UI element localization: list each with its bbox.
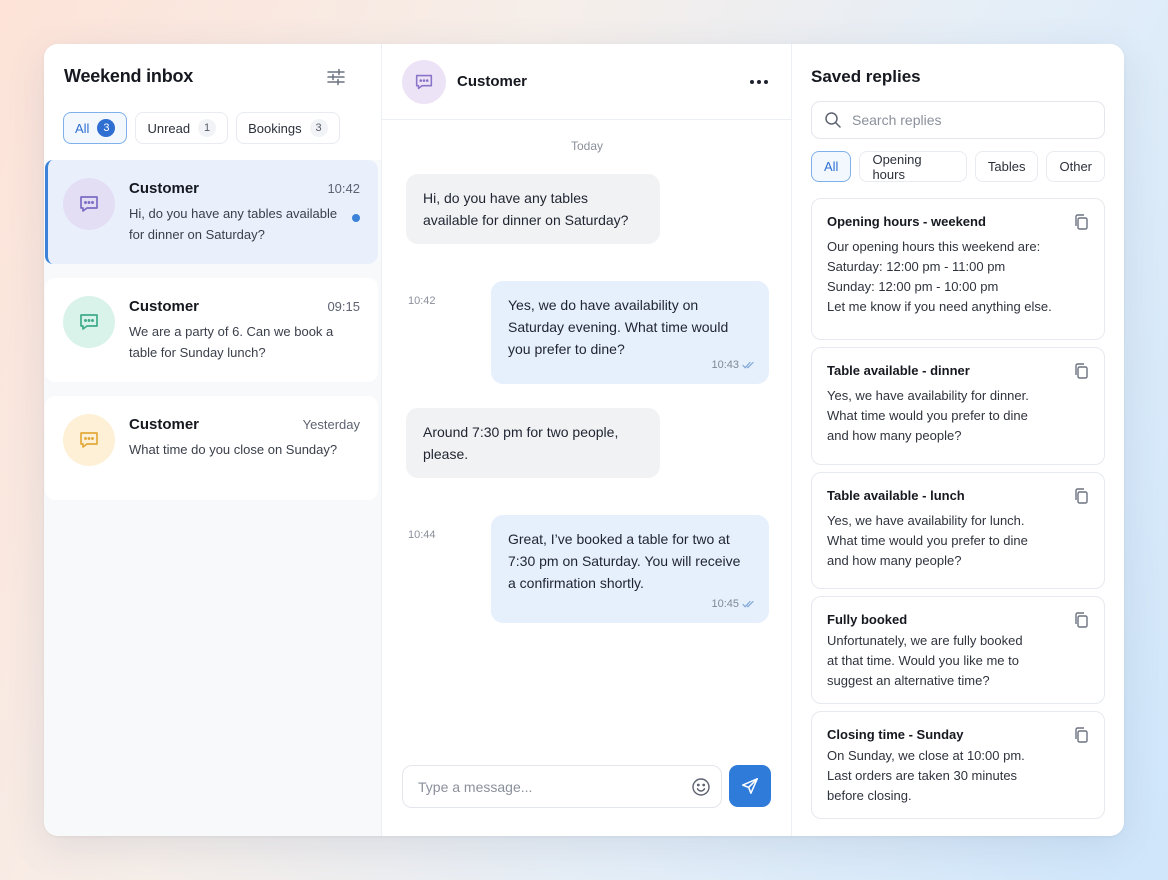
saved-reply-card[interactable]: Opening hours - weekend Our opening hour… (811, 198, 1105, 340)
tab-label: All (75, 120, 90, 136)
reply-body: Our opening hours this weekend are: Satu… (827, 239, 1052, 314)
reply-title: Closing time - Sunday (827, 727, 964, 742)
day-divider: Today (570, 139, 604, 153)
inbox-title: Weekend inbox (64, 66, 194, 86)
saved-reply-card[interactable]: Closing time - Sunday On Sunday, we clos… (811, 711, 1105, 819)
conversation-time: 10:42 (327, 181, 360, 196)
copy-icon[interactable] (1072, 487, 1090, 505)
reply-body: Unfortunately, we are fully booked at th… (827, 633, 1023, 688)
copy-icon[interactable] (1072, 726, 1090, 744)
message-text: Great, I’ve booked a table for two at 7:… (508, 531, 741, 591)
app-window: Weekend inbox All 3 Unread 1 Bookings 3 (44, 44, 1124, 836)
search-icon (825, 112, 841, 128)
reply-title: Opening hours - weekend (827, 214, 986, 229)
conversation-time: Yesterday (302, 417, 360, 432)
chat-contact-name: Customer (457, 73, 528, 90)
chat-bubble-icon (415, 74, 433, 89)
avatar (63, 178, 115, 230)
tab-tables[interactable]: Tables (974, 151, 1039, 182)
tab-label: Bookings (248, 120, 302, 136)
message-thread: Today Hi, do you have any tables availab… (382, 120, 792, 740)
emoji-icon[interactable] (691, 777, 711, 797)
tab-opening-hours[interactable]: Opening hours (859, 151, 967, 182)
copy-icon[interactable] (1072, 611, 1090, 629)
more-options-icon[interactable] (747, 70, 771, 94)
chat-panel: Customer Today Hi, do you have any table… (382, 44, 792, 836)
message-text: Around 7:30 pm for two people, please. (423, 424, 619, 462)
saved-reply-card[interactable]: Table available - dinner Yes, we have av… (811, 347, 1105, 465)
conversation-item[interactable]: Customer 09:15 We are a party of 6. Can … (45, 278, 378, 382)
message-text: Yes, we do have availability on Saturday… (508, 297, 729, 357)
reply-title: Table available - lunch (827, 488, 965, 503)
avatar (63, 414, 115, 466)
message-composer (402, 765, 722, 808)
saved-reply-card[interactable]: Fully booked Unfortunately, we are fully… (811, 596, 1105, 704)
unread-indicator (352, 214, 360, 222)
avatar (402, 59, 446, 104)
conversation-item[interactable]: Customer Yesterday What time do you clos… (45, 396, 378, 500)
message-input[interactable] (418, 778, 691, 795)
reply-body: On Sunday, we close at 10:00 pm. Last or… (827, 748, 1025, 803)
conversation-list: Customer 10:42 Hi, do you have any table… (44, 160, 381, 500)
reply-body: Yes, we have availability for lunch. Wha… (827, 513, 1028, 568)
chat-bubble-icon (80, 432, 98, 448)
outgoing-message: Yes, we do have availability on Saturday… (491, 281, 769, 384)
conversation-preview: Hi, do you have any tables available for… (129, 206, 338, 242)
conversation-name: Customer (129, 298, 200, 315)
conversation-name: Customer (129, 180, 200, 197)
inbox-filter-tabs: All 3 Unread 1 Bookings 3 (44, 106, 381, 160)
message-time: 10:42 (408, 295, 436, 307)
double-check-icon (742, 600, 754, 608)
chat-bubble-icon (80, 314, 98, 330)
conversation-item[interactable]: Customer 10:42 Hi, do you have any table… (45, 160, 378, 264)
message-time: 10:45 (711, 598, 739, 610)
conversation-preview: What time do you close on Sunday? (129, 442, 338, 457)
incoming-message: Hi, do you have any tables available for… (406, 174, 660, 244)
tab-count-badge: 3 (97, 119, 116, 137)
conversation-name: Customer (129, 416, 200, 433)
reply-title: Fully booked (827, 612, 908, 627)
inbox-header: Weekend inbox (44, 44, 381, 106)
message-status: 10:43 (711, 354, 755, 376)
search-input[interactable] (852, 112, 1092, 128)
inbox-panel: Weekend inbox All 3 Unread 1 Bookings 3 (44, 44, 382, 836)
tab-all[interactable]: All (811, 151, 852, 182)
filter-sliders-icon[interactable] (325, 66, 347, 88)
saved-reply-card[interactable]: Table available - lunch Yes, we have ava… (811, 472, 1105, 589)
tab-unread[interactable]: Unread 1 (135, 112, 229, 144)
double-check-icon (742, 361, 754, 369)
outgoing-message: Great, I’ve booked a table for two at 7:… (491, 515, 769, 623)
copy-icon[interactable] (1072, 362, 1090, 380)
saved-replies-panel: Saved replies All Opening hours Tables O… (792, 44, 1124, 836)
chat-header: Customer (382, 44, 791, 120)
reply-title: Table available - dinner (827, 363, 970, 378)
chat-bubble-icon (80, 196, 98, 212)
send-icon (742, 778, 758, 794)
tab-other[interactable]: Other (1046, 151, 1105, 182)
message-time: 10:44 (408, 529, 436, 541)
reply-search (811, 101, 1105, 139)
tab-all[interactable]: All 3 (63, 112, 128, 144)
reply-body: Yes, we have availability for dinner. Wh… (827, 388, 1029, 443)
conversation-time: 09:15 (327, 299, 360, 314)
reply-category-tabs: All Opening hours Tables Other (811, 151, 1105, 182)
saved-replies-title: Saved replies (811, 67, 921, 86)
copy-icon[interactable] (1072, 213, 1090, 231)
message-time: 10:43 (711, 359, 739, 371)
avatar (63, 296, 115, 348)
tab-count-badge: 1 (198, 119, 217, 137)
incoming-message: Around 7:30 pm for two people, please. (406, 408, 660, 478)
message-text: Hi, do you have any tables available for… (423, 190, 629, 228)
send-button[interactable] (729, 765, 771, 807)
tab-label: Unread (147, 120, 191, 136)
tab-bookings[interactable]: Bookings 3 (236, 112, 340, 144)
tab-count-badge: 3 (309, 119, 328, 137)
message-status: 10:45 (711, 593, 755, 615)
conversation-preview: We are a party of 6. Can we book a table… (129, 324, 334, 360)
